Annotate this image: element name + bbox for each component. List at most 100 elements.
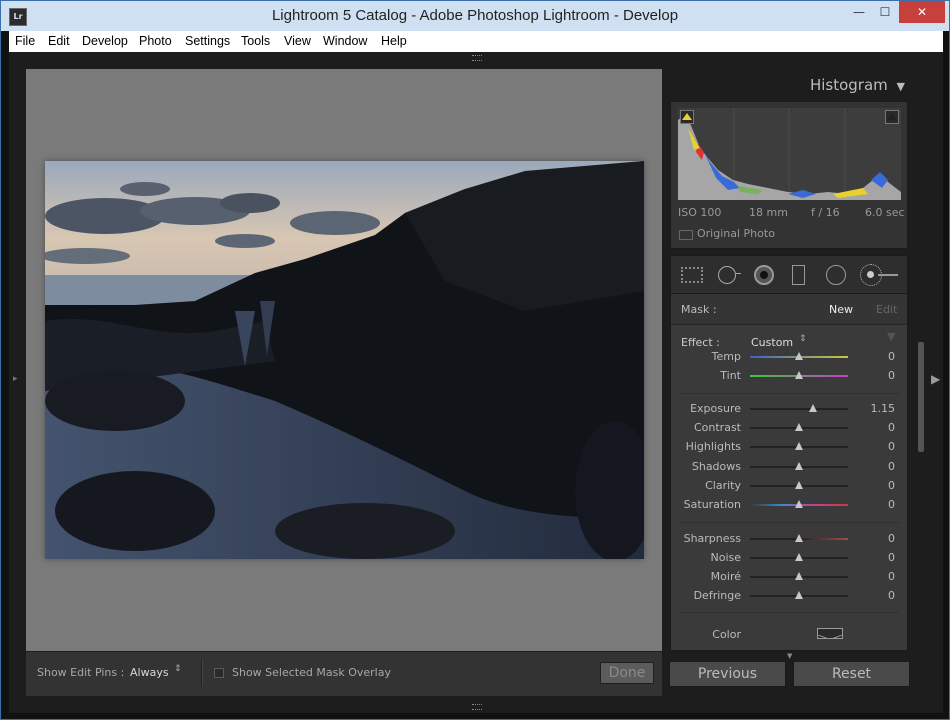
effect-dropdown[interactable]: Custom: [751, 336, 793, 349]
show-mask-overlay-checkbox[interactable]: [214, 668, 224, 678]
slider-value-highlights[interactable]: 0: [861, 440, 895, 453]
title-bar[interactable]: Lr Lightroom 5 Catalog - Adobe Photoshop…: [1, 1, 949, 31]
slider-value-tint[interactable]: 0: [861, 369, 895, 382]
slider-value-saturation[interactable]: 0: [861, 498, 895, 511]
slider-label-saturation: Saturation: [683, 498, 741, 511]
scrollbar-thumb[interactable]: [918, 342, 924, 452]
tool-strip: [670, 255, 908, 295]
adjustment-panel: Mask : New Edit Effect : Custom ⇕ ▼ Temp…: [670, 293, 908, 651]
slider-thumb-noise[interactable]: [795, 553, 803, 561]
right-panel-toggle-icon[interactable]: ▶: [931, 372, 940, 386]
slider-value-moire[interactable]: 0: [861, 570, 895, 583]
menu-edit[interactable]: Edit: [48, 31, 70, 52]
minimize-button[interactable]: —: [846, 1, 872, 23]
show-edit-pins-dropdown[interactable]: Always: [130, 666, 169, 679]
slider-label-exposure: Exposure: [690, 402, 741, 415]
original-photo-label[interactable]: Original Photo: [697, 227, 775, 240]
app-window: Lr Lightroom 5 Catalog - Adobe Photoshop…: [0, 0, 950, 720]
highlight-clipping-indicator[interactable]: [885, 110, 899, 124]
slider-label-noise: Noise: [710, 551, 741, 564]
slider-value-exposure[interactable]: 1.15: [861, 402, 896, 415]
show-edit-pins-label: Show Edit Pins :: [37, 666, 125, 679]
slider-thumb-moire[interactable]: [795, 572, 803, 580]
slider-value-defringe[interactable]: 0: [861, 589, 895, 602]
toolbar-separator: [201, 660, 203, 686]
effect-label: Effect :: [681, 336, 720, 349]
menu-tools[interactable]: Tools: [241, 31, 270, 52]
dropdown-arrows-icon[interactable]: ⇕: [174, 664, 182, 674]
shutter-speed-info: 6.0 sec: [865, 206, 905, 219]
maximize-button[interactable]: ☐: [872, 1, 898, 23]
bottom-panel-toggle[interactable]: [472, 704, 482, 710]
shadow-clipping-indicator[interactable]: [680, 110, 694, 124]
previous-button[interactable]: Previous: [669, 661, 786, 687]
done-button[interactable]: Done: [600, 662, 654, 684]
mask-label: Mask :: [681, 303, 717, 316]
slider-thumb-clarity[interactable]: [795, 481, 803, 489]
effect-dropdown-arrows-icon[interactable]: ⇕: [799, 334, 807, 344]
photo-preview[interactable]: [45, 161, 644, 559]
brush-handle-icon: [878, 274, 898, 276]
clipping-triangle-icon: [887, 113, 897, 120]
effect-collapse-triangle-icon[interactable]: ▼: [887, 330, 895, 343]
red-eye-pupil-icon: [760, 271, 768, 279]
slider-track-exposure[interactable]: [750, 408, 848, 410]
right-panel-scrollbar[interactable]: [918, 122, 926, 702]
top-panel-toggle[interactable]: [472, 55, 482, 61]
histogram-header[interactable]: Histogram ▼: [810, 76, 905, 94]
show-mask-overlay-label[interactable]: Show Selected Mask Overlay: [232, 666, 391, 679]
brush-dot-icon: [867, 271, 874, 278]
iso-info: ISO 100: [678, 206, 722, 219]
mask-new-button[interactable]: New: [829, 303, 853, 316]
slider-thumb-contrast[interactable]: [795, 423, 803, 431]
original-photo-checkbox[interactable]: [679, 230, 693, 240]
slider-label-highlights: Highlights: [685, 440, 741, 453]
panel-end-arrow-icon: ▼: [787, 652, 793, 660]
warning-triangle-icon: [682, 113, 692, 120]
menu-settings[interactable]: Settings: [185, 31, 230, 52]
histogram-graph[interactable]: [678, 108, 901, 200]
slider-label-contrast: Contrast: [693, 421, 741, 434]
slider-value-clarity[interactable]: 0: [861, 479, 895, 492]
spot-removal-icon[interactable]: [718, 266, 736, 284]
focal-length-info: 18 mm: [749, 206, 788, 219]
slider-value-temp[interactable]: 0: [861, 350, 895, 363]
slider-thumb-tint[interactable]: [795, 371, 803, 379]
color-label: Color: [712, 628, 741, 641]
slider-value-noise[interactable]: 0: [861, 551, 895, 564]
close-button[interactable]: ✕: [899, 1, 945, 23]
menu-help[interactable]: Help: [381, 31, 407, 52]
red-eye-icon[interactable]: [754, 265, 774, 285]
histogram-panel: ISO 100 18 mm f / 16 6.0 sec Original Ph…: [670, 101, 908, 249]
image-canvas[interactable]: [26, 69, 662, 651]
histogram-title: Histogram: [809, 76, 888, 94]
right-panel: Histogram ▼ ISO 100 18 mm f / 16 6.0 sec…: [667, 69, 911, 651]
slider-thumb-exposure[interactable]: [808, 404, 817, 412]
menu-window[interactable]: Window: [323, 31, 367, 52]
menu-view[interactable]: View: [284, 31, 311, 52]
slider-thumb-highlights[interactable]: [795, 442, 803, 450]
radial-filter-icon[interactable]: [826, 265, 846, 285]
collapse-triangle-icon[interactable]: ▼: [897, 80, 905, 93]
graduated-filter-icon[interactable]: [792, 265, 805, 285]
menu-file[interactable]: File: [15, 31, 35, 52]
slider-value-sharpness[interactable]: 0: [861, 532, 895, 545]
window-title: Lightroom 5 Catalog - Adobe Photoshop Li…: [271, 7, 679, 24]
slider-thumb-defringe[interactable]: [795, 591, 803, 599]
mask-row: Mask : New Edit: [671, 294, 907, 325]
slider-value-contrast[interactable]: 0: [861, 421, 895, 434]
slider-value-shadows[interactable]: 0: [861, 460, 895, 473]
slider-thumb-sharpness[interactable]: [795, 534, 803, 542]
menu-photo[interactable]: Photo: [139, 31, 172, 52]
crop-overlay-icon[interactable]: [681, 267, 703, 283]
slider-thumb-temp[interactable]: [795, 352, 803, 360]
slider-label-shadows: Shadows: [691, 460, 741, 473]
color-swatch[interactable]: [817, 628, 843, 639]
slider-thumb-saturation[interactable]: [795, 500, 803, 508]
menu-develop[interactable]: Develop: [82, 31, 128, 52]
mask-edit-button[interactable]: Edit: [876, 303, 897, 316]
lightroom-workspace: ▸ ▶ Show Edit Pins: Always ⇕ Show Selec…: [9, 52, 943, 713]
reset-button[interactable]: Reset: [793, 661, 910, 687]
left-panel-toggle-icon[interactable]: ▸: [13, 374, 18, 384]
slider-thumb-shadows[interactable]: [795, 462, 803, 470]
